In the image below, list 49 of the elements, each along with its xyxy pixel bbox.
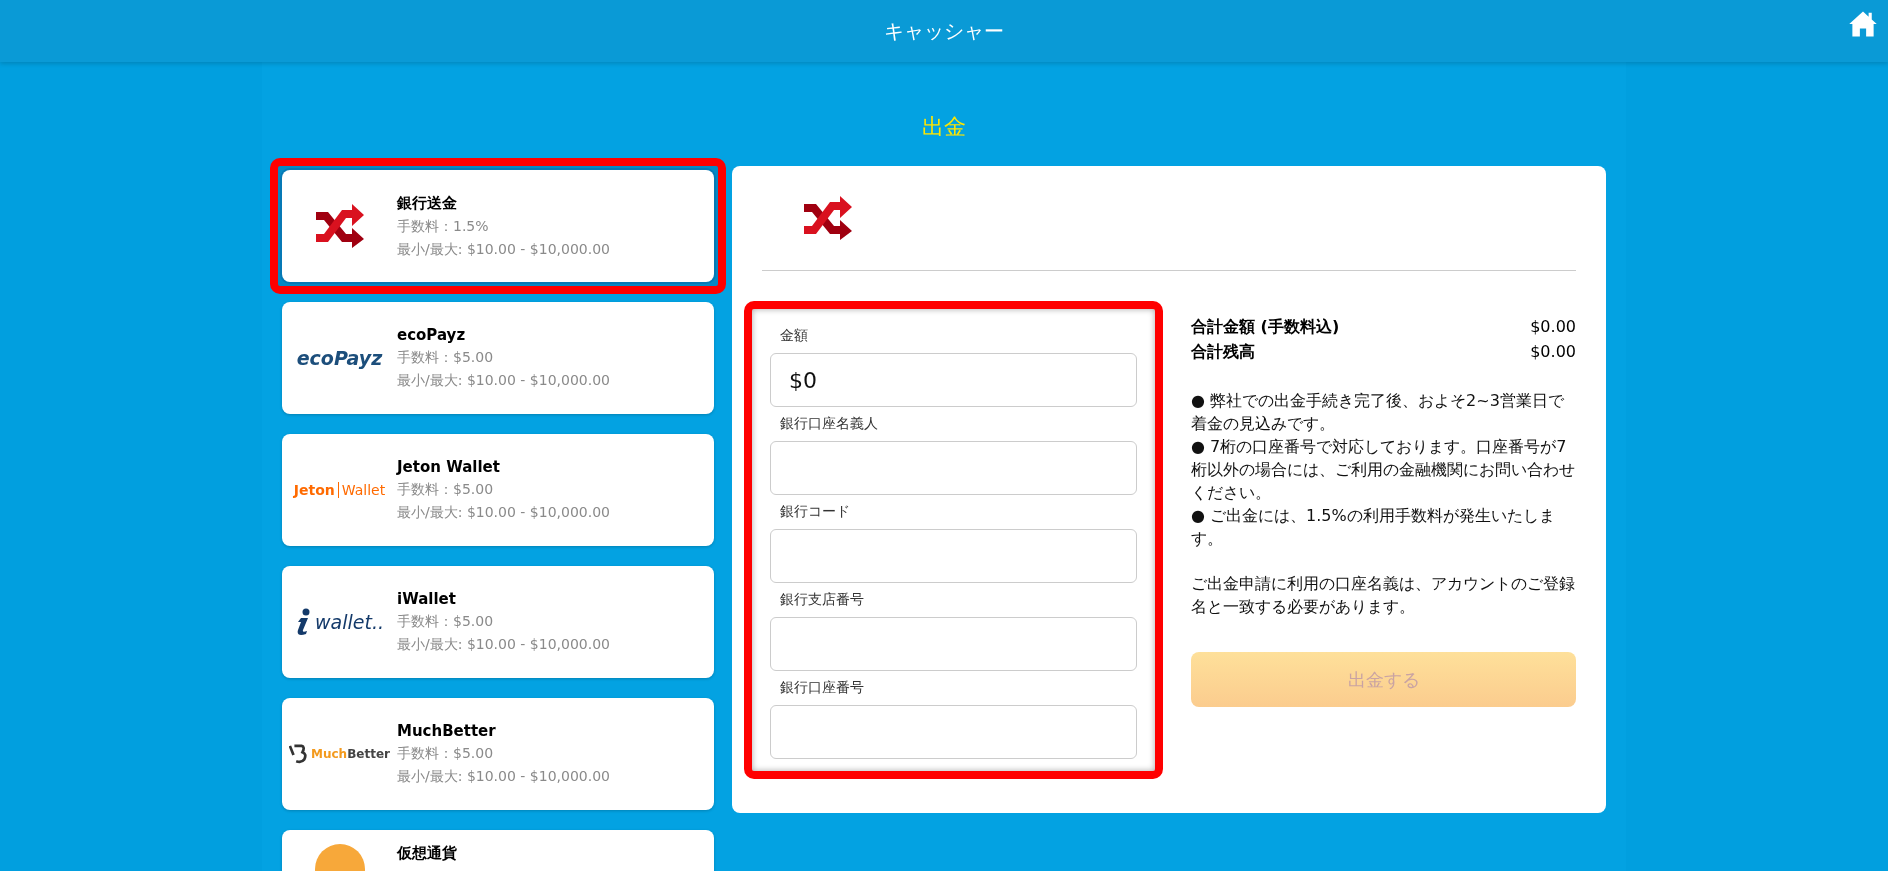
field-label: 金額: [779, 326, 809, 345]
payment-method-card[interactable]: 仮想通貨: [282, 830, 714, 871]
summary-value: $0.00: [1530, 317, 1576, 338]
limits-text: 最小/最大: $10.00 - $10,000.00: [397, 240, 610, 259]
summary-label: 合計金額 (手数料込): [1191, 317, 1340, 338]
limits-text: 最小/最大: $10.00 - $10,000.00: [397, 372, 610, 390]
summary-value: $0.00: [1530, 342, 1576, 363]
method-name: iWallet: [397, 590, 457, 608]
method-name: Jeton Wallet: [397, 458, 501, 476]
field-label: 銀行支店番号: [779, 590, 865, 609]
note-text: ● 弊社での出金手続き完了後、およそ2~3営業日で着金の見込みです。: [1191, 390, 1565, 435]
method-name: 銀行送金: [397, 193, 458, 213]
home-icon[interactable]: [1848, 10, 1878, 38]
field-label: 銀行口座番号: [779, 678, 865, 697]
field-label: 銀行口座名義人: [779, 414, 879, 433]
page-title: 出金: [922, 113, 966, 141]
note-text: ● ご出金には、1.5%の利用手数料が発生いたします。: [1191, 505, 1556, 550]
method-name: 仮想通貨: [397, 844, 457, 863]
note-text: ● 7桁の口座番号で対応しております。口座番号が7桁以外の場合には、ご利用の金融機関にお問い合わせください。: [1191, 436, 1576, 504]
shuffle-icon: [802, 196, 854, 240]
field-label: 銀行コード: [779, 502, 851, 521]
shuffle-icon: [313, 204, 366, 248]
fee-text: 手数料：$5.00: [397, 481, 495, 499]
payment-method-card[interactable]: wallet.. iWallet 手数料：$5.00 最小/最大: $10.00 - $10,000.00: [282, 566, 714, 678]
input-field[interactable]: [770, 705, 1138, 759]
header-title: キャッシャー: [884, 17, 1004, 45]
summary-label: 合計残高: [1191, 342, 1256, 363]
limits-text: 最小/最大: $10.00 - $10,000.00: [397, 504, 610, 522]
muchbetter-logo: MuchBetter: [289, 744, 390, 764]
ecopayz-logo: ecoPayz: [296, 347, 383, 369]
method-name: MuchBetter: [397, 722, 497, 740]
fee-text: 手数料：$5.00: [397, 349, 495, 367]
input-field[interactable]: [770, 441, 1138, 495]
payment-method-card[interactable]: MuchBetter MuchBetter 手数料：$5.00 最小/最大: $10.00 - $10,000.00: [282, 698, 714, 810]
account-note: ご出金申請に利用の口座名義は、アカウントのご登録名と一致する必要があります。: [1191, 573, 1576, 618]
payment-method-card[interactable]: 銀行送金 手数料：1.5% 最小/最大: $10.00 - $10,000.00: [282, 170, 714, 282]
fee-text: 手数料：$5.00: [397, 745, 495, 763]
payment-method-card[interactable]: Jeton Wallet Jeton Wallet 手数料：$5.00 最小/最大: $10.00 - $10,000.00: [282, 434, 714, 546]
input-field[interactable]: [770, 529, 1138, 583]
limits-text: 最小/最大: $10.00 - $10,000.00: [397, 636, 610, 654]
payment-method-card[interactable]: ecoPayz ecoPayz 手数料：$5.00 最小/最大: $10.00 - $10,000.00: [282, 302, 714, 414]
method-name: ecoPayz: [397, 326, 467, 344]
jeton-wallet-logo: Jeton Wallet: [293, 482, 386, 498]
iwallet-logo: wallet..: [295, 608, 384, 636]
fee-text: 手数料：$5.00: [397, 613, 495, 631]
limits-text: 最小/最大: $10.00 - $10,000.00: [397, 768, 610, 786]
input-field[interactable]: $0: [770, 353, 1138, 407]
input-field[interactable]: [770, 617, 1138, 671]
fee-text: 手数料：1.5%: [397, 217, 490, 236]
